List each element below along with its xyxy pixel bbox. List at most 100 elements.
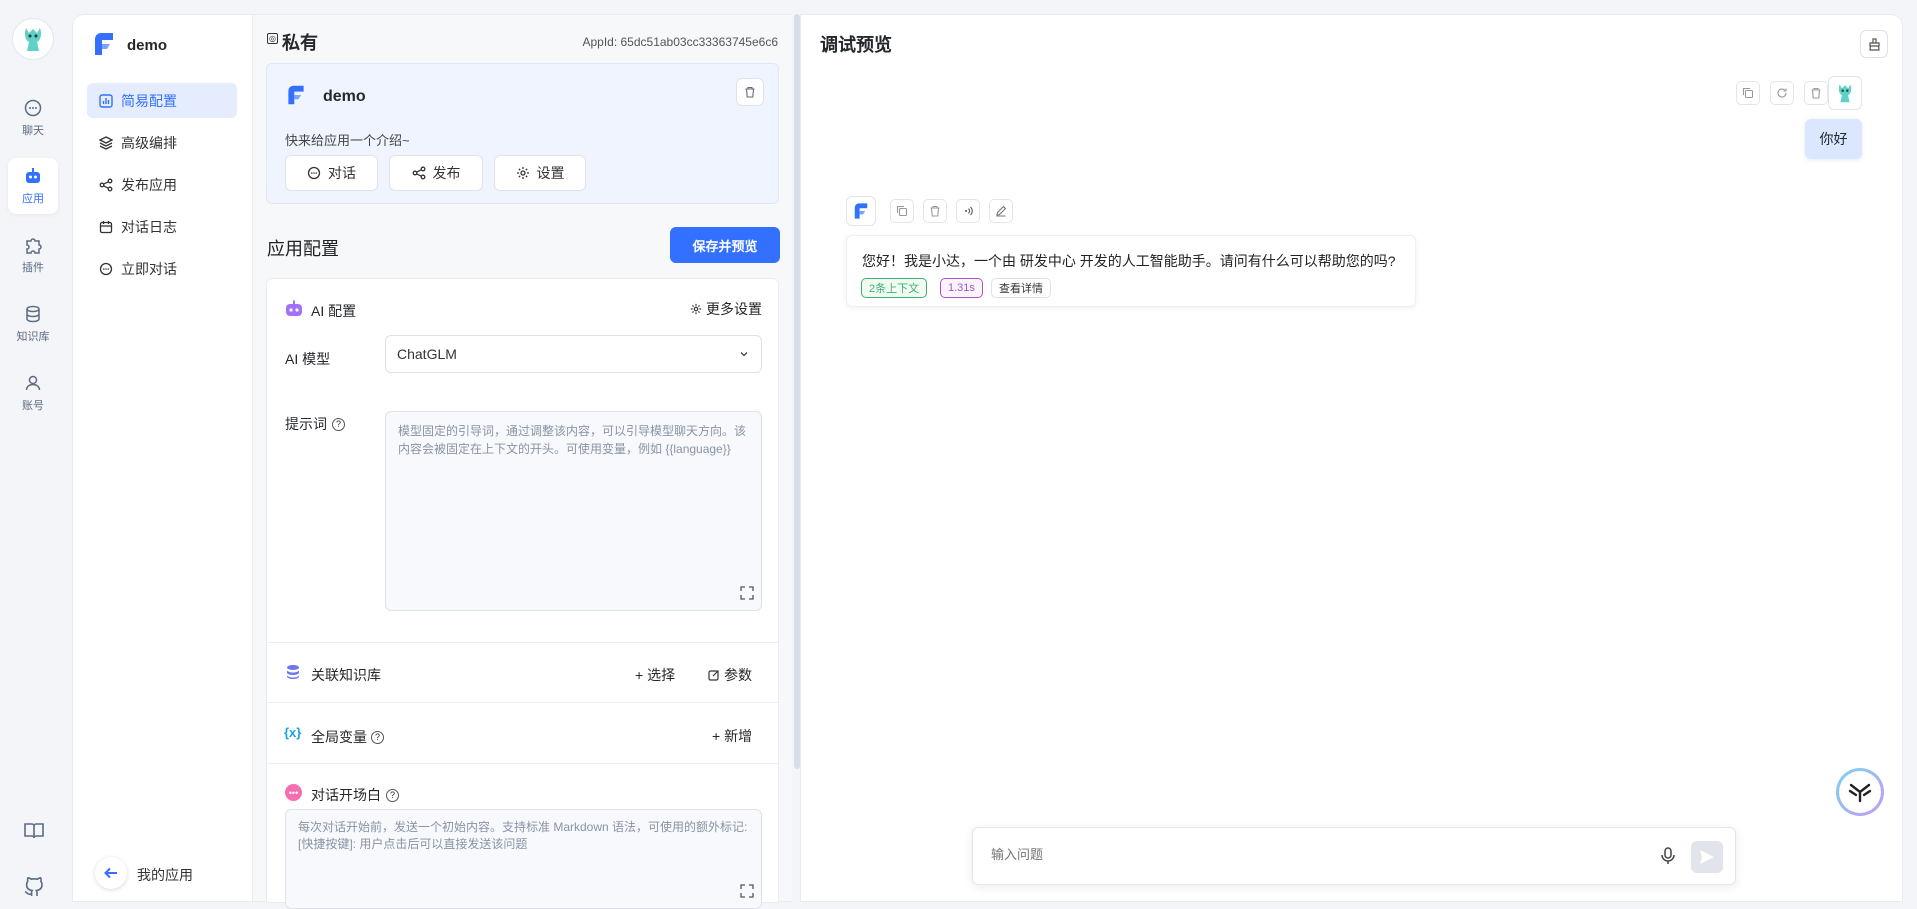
user-icon [25,375,41,391]
chat-button[interactable]: 对话 [285,155,378,191]
divider [267,763,778,764]
trash-icon [930,205,940,217]
microphone-icon[interactable] [1658,846,1678,866]
assistant-float-button[interactable] [1836,768,1884,816]
more-settings-button[interactable]: 更多设置 [690,299,762,319]
question-input[interactable] [991,847,1591,862]
user-avatar[interactable] [12,18,54,60]
kb-select-button[interactable]: + 选择 [635,665,675,685]
send-button[interactable] [1691,841,1723,873]
kb-title: 关联知识库 [311,667,381,683]
delete-message-button[interactable] [1804,81,1828,105]
app-sidebar: demo 简易配置 高级编排 发布应用 对话日志 立即对话 我的应用 [72,14,252,902]
welcome-chat-icon: ••• [285,784,302,801]
button-label: 对话 [328,165,356,181]
rail-label: 账号 [22,400,44,412]
app-id: AppId: 65dc51ab03cc33363745e6c6 [582,35,778,49]
save-preview-button[interactable]: 保存并预览 [670,227,780,263]
back-arrow-button[interactable] [95,857,127,889]
calendar-icon [99,220,113,233]
prompt-label-row: 提示词 ? [285,414,345,434]
gear-icon [690,303,702,315]
config-card: AI 配置 更多设置 AI 模型 ChatGLM 提示词 ? 模型固定的引导词，… [266,278,779,909]
add-variable-button[interactable]: + 新增 [712,726,752,746]
rail-item-apps[interactable]: 应用 [8,158,58,214]
model-select[interactable]: ChatGLM [385,335,762,373]
left-rail: 聊天 应用 插件 知识库 账号 [0,0,70,902]
divider [267,642,778,643]
rail-label: 插件 [22,262,44,274]
speak-button[interactable] [956,199,980,223]
rail-label: 应用 [22,193,44,205]
copy-button[interactable] [890,199,914,223]
share-icon [99,178,113,191]
sound-icon [965,206,973,216]
model-label: AI 模型 [285,351,331,367]
visibility-label: 私有 [282,33,318,53]
edit-message-button[interactable] [989,199,1013,223]
context-tag[interactable]: 2条上下文 [861,278,928,298]
divider [267,702,778,703]
expand-icon[interactable] [739,585,755,601]
sidebar-item-label: 对话日志 [121,218,177,235]
kb-params-label: 参数 [724,667,752,683]
chart-icon [99,93,113,108]
prompt-textarea[interactable]: 模型固定的引导词，通过调整该内容，可以引导模型聊天方向。该内容会被固定在上下文的… [385,411,762,611]
retry-button[interactable] [1770,81,1794,105]
send-icon [1700,850,1714,864]
help-icon[interactable]: ? [332,417,345,431]
app-card-name: demo [323,88,366,105]
publish-button[interactable]: 发布 [389,155,483,191]
welcome-textarea[interactable]: 每次对话开始前，发送一个初始内容。支持标准 Markdown 语法，可使用的额外… [285,809,762,909]
delete-app-button[interactable] [736,78,764,106]
sidebar-item-simple-config[interactable]: 简易配置 [87,83,237,118]
copy-button[interactable] [1736,81,1760,105]
sidebar-item-label: 立即对话 [121,260,177,277]
github-icon[interactable] [22,874,46,898]
rail-item-chat[interactable]: 聊天 [8,90,58,146]
my-apps-link[interactable]: 我的应用 [137,865,193,885]
clear-chat-button[interactable] [1860,30,1888,58]
robot-icon [285,300,303,318]
app-logo-icon [91,31,117,57]
copy-icon [1742,87,1754,99]
bot-message-bubble: 您好！我是小达，一个由 研发中心 开发的人工智能助手。请问有什么可以帮助您的吗?… [846,235,1416,307]
puzzle-icon [26,238,42,254]
user-avatar [1828,76,1862,110]
welcome-title-row: 对话开场白 ? [311,785,399,805]
chat-icon [307,166,321,180]
button-label: 设置 [536,165,565,181]
chat-icon [99,262,113,275]
rail-item-knowledge[interactable]: 知识库 [8,296,58,352]
sidebar-item-advanced[interactable]: 高级编排 [87,125,237,160]
settings-button[interactable]: 设置 [494,155,586,191]
trash-icon [745,86,755,98]
sidebar-item-label: 高级编排 [121,134,177,151]
rail-label: 知识库 [16,331,50,343]
user-message-bubble: 你好 [1805,119,1862,159]
vars-title-row: 全局变量 ? [311,727,384,747]
rail-label: 聊天 [22,125,44,137]
book-icon[interactable] [22,819,46,843]
app-info-card: demo 快来给应用一个介绍~ 对话 发布 设置 [266,63,779,204]
app-intro: 快来给应用一个介绍~ [285,133,410,148]
sidebar-item-logs[interactable]: 对话日志 [87,209,237,244]
sidebar-item-publish[interactable]: 发布应用 [87,167,237,202]
time-tag[interactable]: 1.31s [940,278,983,298]
ai-config-title: AI 配置 [311,303,357,319]
rail-item-account[interactable]: 账号 [8,365,58,421]
preview-title: 调试预览 [820,35,892,55]
expand-icon[interactable] [739,883,755,899]
delete-message-button[interactable] [923,199,947,223]
sidebar-item-chat-now[interactable]: 立即对话 [87,251,237,286]
kb-params-button[interactable]: 参数 [708,665,752,685]
sidebar-item-label: 发布应用 [121,176,177,193]
help-icon[interactable]: ? [371,730,384,744]
rail-item-plugins[interactable]: 插件 [8,227,58,283]
detail-tag[interactable]: 查看详情 [991,278,1051,298]
help-icon[interactable]: ? [386,788,399,802]
edit-icon [708,670,719,681]
chevron-down-icon [740,352,748,357]
arrow-left-icon [104,867,117,879]
button-label: 发布 [432,165,461,181]
